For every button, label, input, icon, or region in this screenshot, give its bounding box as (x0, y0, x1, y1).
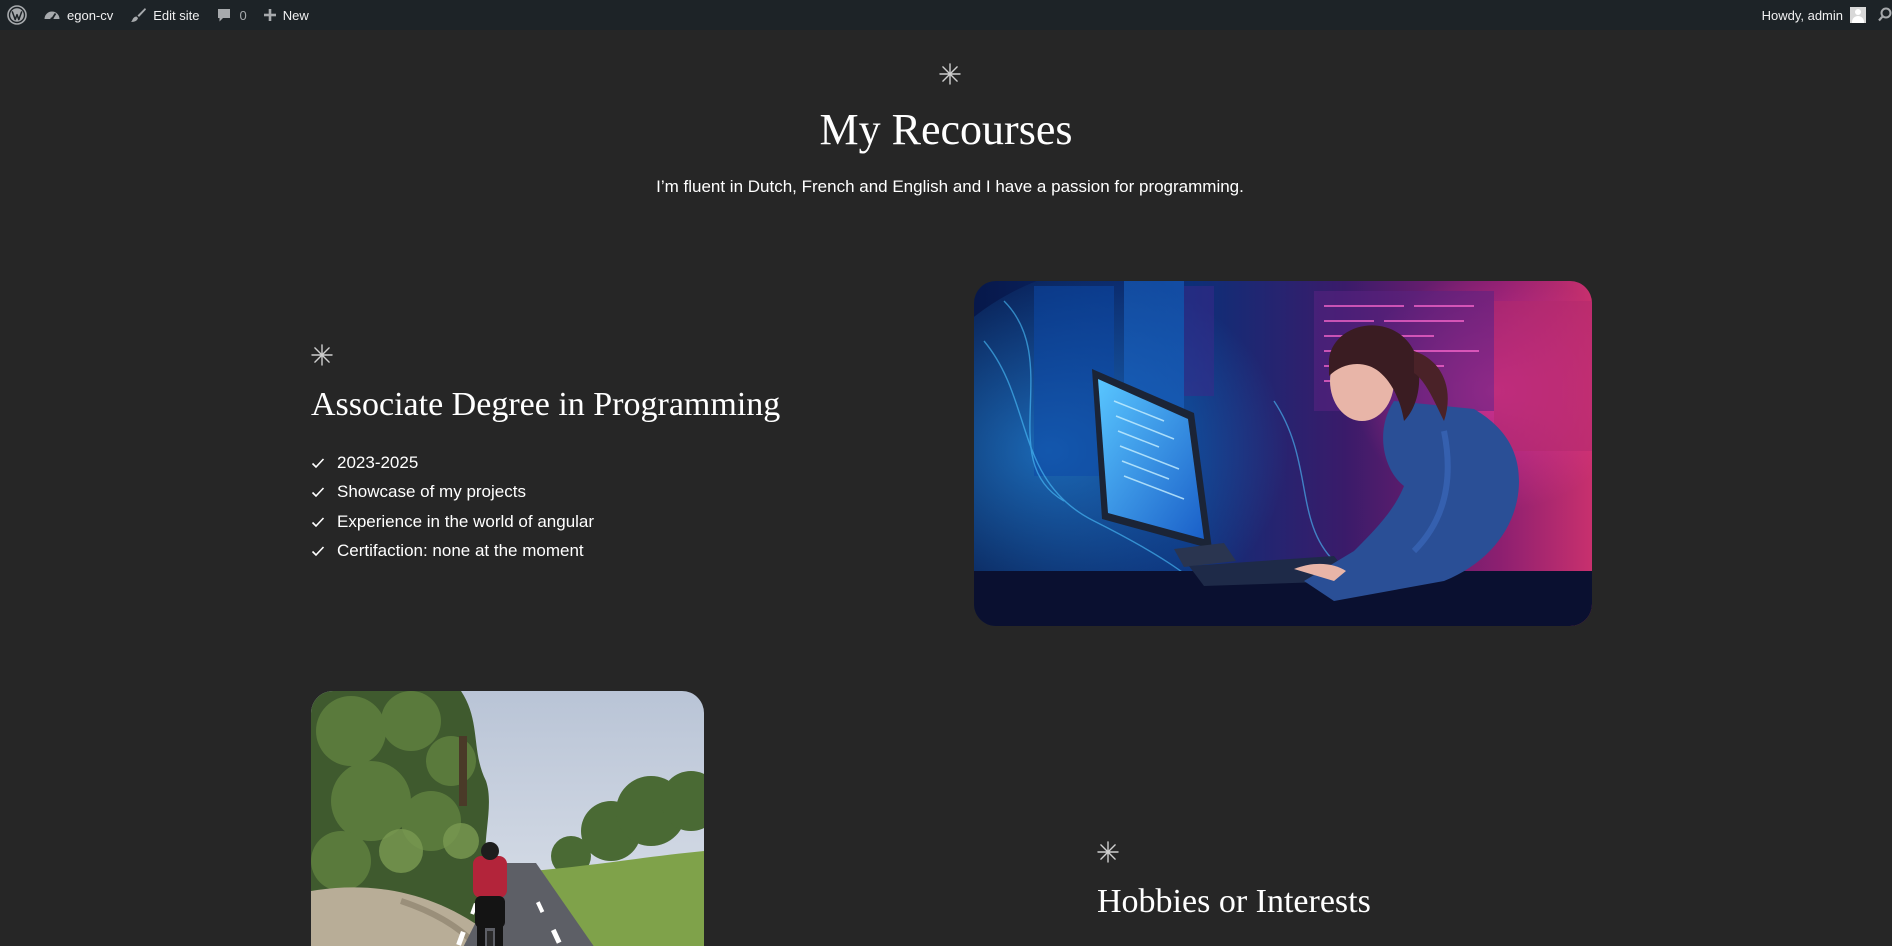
comments-link[interactable]: 0 (208, 0, 255, 30)
checkmark-icon (311, 517, 325, 527)
dashboard-gauge-icon (44, 11, 60, 21)
wordpress-logo-icon (7, 5, 27, 25)
asterisk-icon (939, 63, 961, 85)
page-subtitle: I’m fluent in Dutch, French and English … (656, 177, 1244, 196)
list-item-text: Certifaction: none at the moment (337, 541, 584, 561)
plus-icon (263, 9, 276, 21)
list-item: Showcase of my projects (311, 478, 594, 508)
page-title: My Recourses (819, 105, 1073, 154)
checkmark-icon (311, 487, 325, 498)
edit-site-link[interactable]: Edit site (121, 0, 207, 30)
asterisk-icon (311, 344, 333, 366)
cyclist-on-road-image (311, 691, 704, 946)
admin-bar-right: Howdy, admin (1754, 0, 1892, 30)
admin-bar-left: egon-cv Edit site 0 New (0, 0, 317, 30)
site-name: egon-cv (67, 7, 114, 23)
brush-icon (131, 8, 147, 22)
education-title: Associate Degree in Programming (311, 386, 781, 423)
woman-coding-at-computer-image (974, 281, 1592, 626)
list-item: Certifaction: none at the moment (311, 537, 594, 567)
avatar (1850, 7, 1866, 23)
list-item-text: Experience in the world of angular (337, 511, 595, 531)
my-account-menu[interactable]: Howdy, admin (1754, 0, 1874, 30)
search-icon (1878, 7, 1892, 22)
hobbies-title: Hobbies or Interests (1097, 883, 1371, 920)
asterisk-icon (1097, 841, 1119, 863)
edit-site-label: Edit site (153, 7, 200, 23)
education-checklist: 2023-2025 Showcase of my projects Experi… (311, 448, 594, 566)
howdy-greeting: Howdy, admin (1761, 7, 1843, 23)
comments-count: 0 (239, 7, 247, 23)
checkmark-icon (311, 458, 325, 468)
checkmark-icon (311, 546, 325, 557)
list-item: Experience in the world of angular (311, 507, 594, 537)
list-item: 2023-2025 (311, 448, 594, 478)
comment-bubble-icon (217, 9, 230, 22)
wordpress-menu[interactable] (0, 0, 35, 30)
admin-search-toggle[interactable] (1874, 0, 1892, 30)
list-item-text: 2023-2025 (337, 452, 419, 472)
admin-bar: egon-cv Edit site 0 New Howdy, admin (0, 0, 1892, 30)
site-name-menu[interactable]: egon-cv (35, 0, 121, 30)
list-item-text: Showcase of my projects (337, 482, 526, 502)
new-label: New (282, 7, 309, 23)
new-content-menu[interactable]: New (255, 0, 317, 30)
